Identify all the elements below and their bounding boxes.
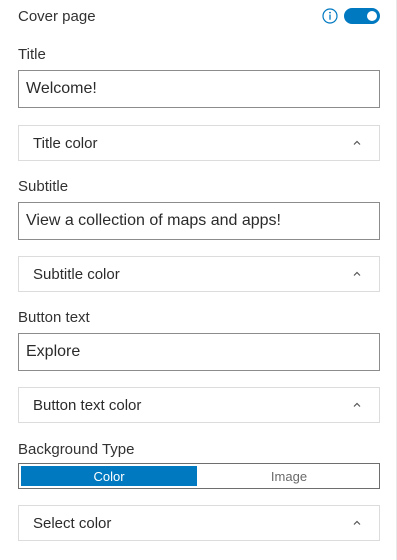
cover-page-row: Cover page bbox=[18, 4, 380, 28]
info-icon[interactable] bbox=[322, 8, 338, 24]
title-input[interactable]: Welcome! bbox=[18, 70, 380, 108]
select-color-label: Select color bbox=[33, 514, 112, 532]
toggle-knob bbox=[367, 11, 377, 21]
button-text-input[interactable]: Explore bbox=[18, 333, 380, 371]
chevron-up-icon bbox=[352, 518, 362, 528]
background-type-label: Background Type bbox=[18, 441, 135, 458]
title-label: Title bbox=[18, 46, 46, 63]
background-type-segmented-control: Color Image bbox=[18, 463, 380, 489]
segment-color[interactable]: Color bbox=[21, 466, 197, 486]
chevron-up-icon bbox=[352, 400, 362, 410]
cover-page-label: Cover page bbox=[18, 7, 96, 25]
chevron-up-icon bbox=[352, 138, 362, 148]
subtitle-color-accordion[interactable]: Subtitle color bbox=[18, 256, 380, 292]
chevron-up-icon bbox=[352, 269, 362, 279]
select-color-accordion[interactable]: Select color bbox=[18, 505, 380, 541]
title-color-label: Title color bbox=[33, 134, 98, 152]
cover-page-settings-panel: Cover page Title Welcome! Title color Su… bbox=[0, 0, 397, 560]
title-color-accordion[interactable]: Title color bbox=[18, 125, 380, 161]
button-text-label: Button text bbox=[18, 309, 90, 326]
subtitle-color-label: Subtitle color bbox=[33, 265, 120, 283]
subtitle-label: Subtitle bbox=[18, 178, 69, 195]
subtitle-input[interactable]: View a collection of maps and apps! bbox=[18, 202, 380, 240]
segment-image[interactable]: Image bbox=[201, 466, 377, 486]
cover-page-toggle[interactable] bbox=[344, 8, 380, 24]
button-text-color-label: Button text color bbox=[33, 396, 142, 414]
button-text-color-accordion[interactable]: Button text color bbox=[18, 387, 380, 423]
